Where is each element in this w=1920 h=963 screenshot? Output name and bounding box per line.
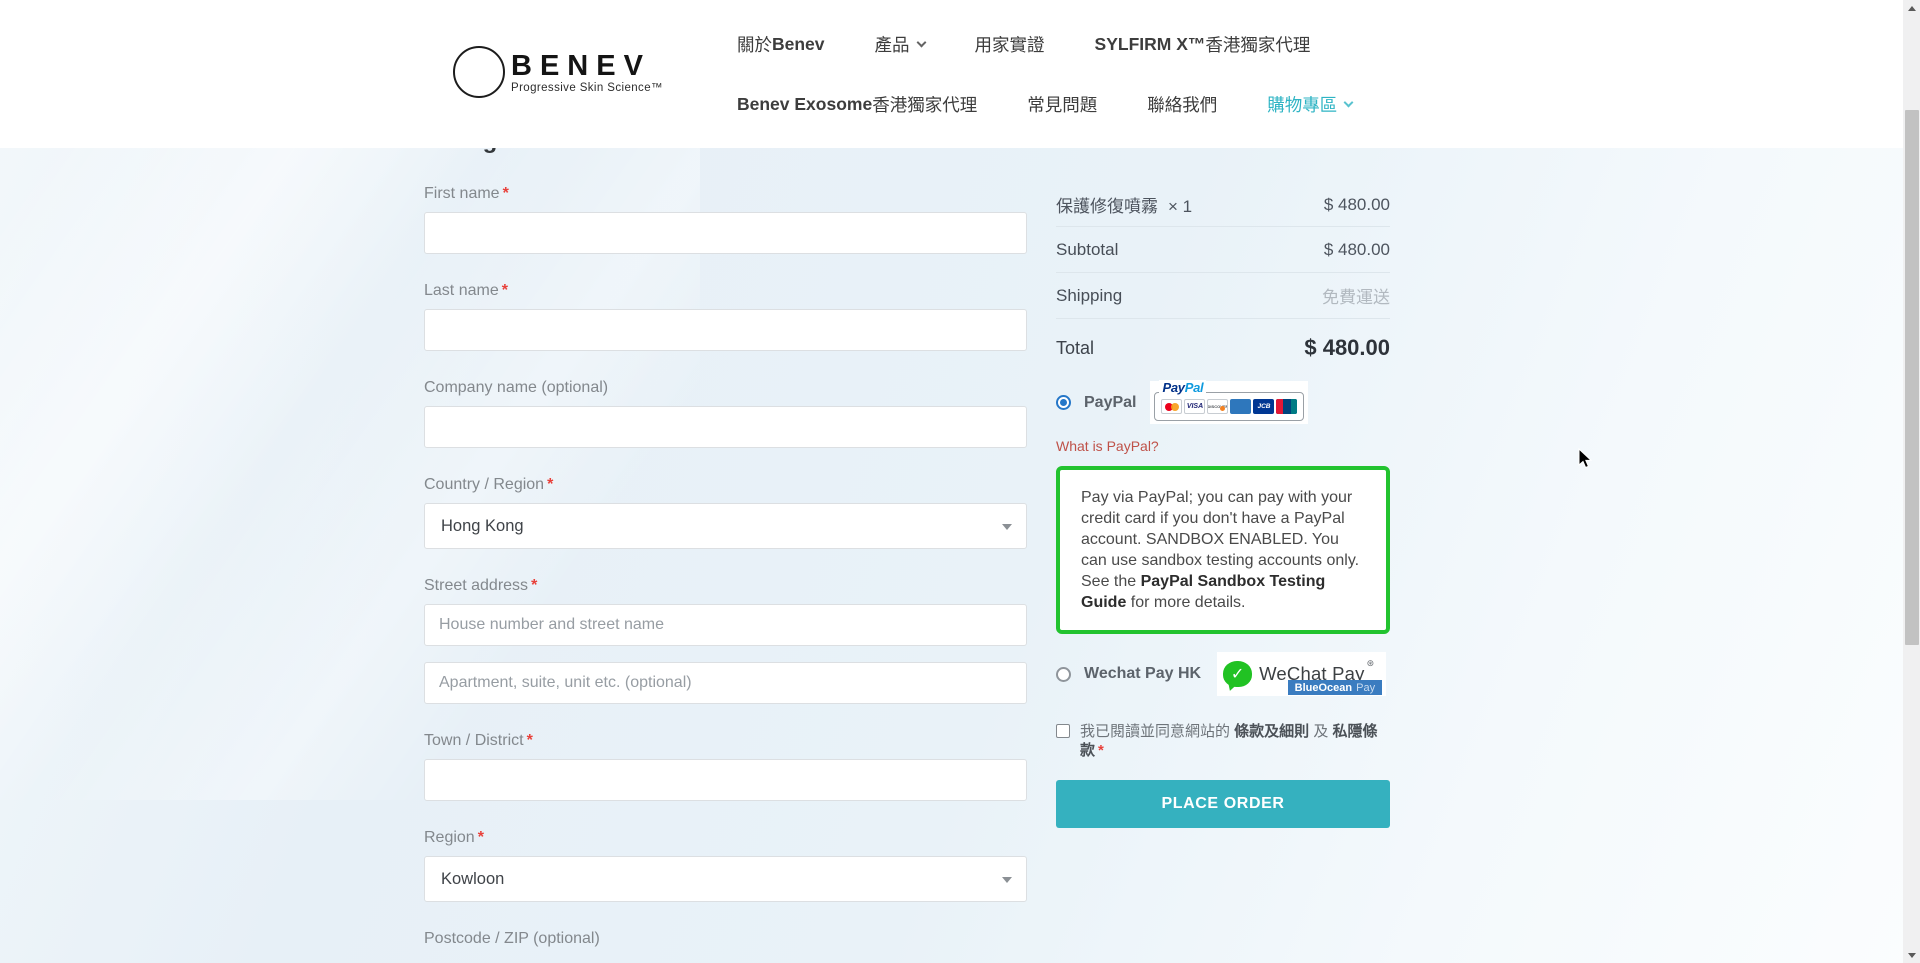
paypal-acceptance-mark: PayPal VISA DISCOVER JCB (1150, 381, 1308, 424)
subtotal-label: Subtotal (1056, 240, 1118, 260)
total-row: Total $ 480.00 (1056, 319, 1390, 377)
scrollbar[interactable] (1903, 0, 1920, 963)
shipping-value: 免費運送 (1322, 283, 1390, 308)
company-name-input[interactable] (424, 406, 1027, 448)
brand-name: BENEV (511, 51, 663, 81)
item-name: 保護修復噴霧 (1056, 197, 1158, 216)
region-label: Region (424, 829, 475, 846)
required-asterisk: * (527, 732, 533, 749)
your-order-section: Your order 保護修復噴霧× 1 $ 480.00 Subtotal $… (1056, 127, 1390, 828)
shipping-row: Shipping 免費運送 (1056, 273, 1390, 319)
brand-logo[interactable]: BENEV Progressive Skin Science™ (453, 46, 663, 98)
country-region-label: Country / Region (424, 476, 544, 493)
required-asterisk: * (1098, 742, 1104, 759)
required-asterisk: * (478, 829, 484, 846)
checkout-page: Billing details First name* Last name* C… (0, 0, 1920, 963)
place-order-button[interactable]: PLACE ORDER (1056, 780, 1390, 828)
billing-form: First name* Last name* Company name (opt… (424, 185, 1027, 948)
subtotal-value: $ 480.00 (1324, 240, 1390, 260)
wechat-radio[interactable] (1056, 667, 1071, 682)
subtotal-row: Subtotal $ 480.00 (1056, 227, 1390, 273)
item-price: $ 480.00 (1324, 195, 1390, 215)
town-district-label: Town / District (424, 732, 524, 749)
nav-testimonials[interactable]: 用家實證 (975, 32, 1045, 57)
nav-benev-exosome[interactable]: Benev Exosome 香港獨家代理 (737, 92, 977, 117)
terms-agreement-row: 我已閱讀並同意網站的 條款及細則 及 私隱條款* (1056, 722, 1390, 760)
field-company-name: Company name (optional) (424, 379, 1027, 448)
region-select[interactable]: Kowloon (424, 856, 1027, 902)
card-amex-icon (1230, 399, 1251, 414)
chevron-down-icon (1344, 97, 1354, 107)
card-discover-icon: DISCOVER (1207, 399, 1228, 414)
apartment-input[interactable] (424, 662, 1027, 704)
brand-tagline: Progressive Skin Science™ (511, 82, 663, 94)
nav-products[interactable]: 產品 (875, 32, 925, 57)
paypal-label: PayPal (1084, 394, 1136, 412)
terms-conditions-link[interactable]: 條款及細則 (1234, 723, 1309, 740)
country-region-select[interactable]: Hong Kong (424, 503, 1027, 549)
scroll-down-arrow-icon[interactable] (1903, 947, 1920, 963)
country-region-value: Hong Kong (441, 517, 524, 536)
site-header: BENEV Progressive Skin Science™ 關於Benev … (0, 0, 1920, 148)
required-asterisk: * (503, 185, 509, 202)
billing-details-section: Billing details First name* Last name* C… (424, 127, 1027, 963)
nav-contact-us[interactable]: 聯絡我們 (1147, 92, 1217, 117)
required-asterisk: * (547, 476, 553, 493)
paypal-option-row: PayPal PayPal VISA DISCOVER JCB (1056, 381, 1390, 424)
postcode-label: Postcode / ZIP (optional) (424, 930, 600, 947)
registered-mark-icon: ⊛ (1367, 658, 1375, 669)
scroll-up-arrow-icon[interactable] (1903, 0, 1920, 16)
wechat-option-row: Wechat Pay HK ✓ WeChat Pay ⊛ BlueOceanPa… (1056, 652, 1390, 696)
paypal-radio[interactable] (1056, 395, 1071, 410)
card-visa-icon: VISA (1184, 399, 1205, 414)
street-address-label: Street address (424, 577, 528, 594)
field-region: Region* Kowloon (424, 829, 1027, 902)
last-name-label: Last name (424, 282, 499, 299)
scrollbar-thumb[interactable] (1905, 110, 1919, 645)
shipping-label: Shipping (1056, 286, 1122, 306)
wechat-label: Wechat Pay HK (1084, 665, 1201, 683)
street-address-input[interactable] (424, 604, 1027, 646)
terms-checkbox[interactable] (1056, 724, 1070, 738)
nav-sylfirm-x[interactable]: SYLFIRM X™ 香港獨家代理 (1095, 32, 1311, 57)
nav-about-benev[interactable]: 關於Benev (737, 32, 825, 57)
region-value: Kowloon (441, 870, 504, 889)
company-name-label: Company name (optional) (424, 379, 608, 396)
paypal-logo-icon: Pay (1162, 380, 1184, 395)
total-value: $ 480.00 (1304, 335, 1390, 361)
total-label: Total (1056, 338, 1094, 359)
first-name-input[interactable] (424, 212, 1027, 254)
order-summary-table: 保護修復噴霧 × 1 $ 480.00 Subtotal $ 480.00 Shi… (1056, 183, 1390, 377)
first-name-label: First name (424, 185, 500, 202)
card-jcb-icon: JCB (1253, 399, 1274, 414)
what-is-paypal-link[interactable]: What is PayPal? (1056, 438, 1390, 454)
field-country-region: Country / Region* Hong Kong (424, 476, 1027, 549)
terms-text: 我已閱讀並同意網站的 (1080, 723, 1234, 740)
paypal-sandbox-notice: Pay via PayPal; you can pay with your cr… (1056, 466, 1390, 634)
field-town-district: Town / District* (424, 732, 1027, 801)
wechat-pay-logo: ✓ WeChat Pay ⊛ BlueOceanPay (1217, 652, 1386, 696)
required-asterisk: * (531, 577, 537, 594)
card-mastercard-icon (1161, 399, 1182, 414)
last-name-input[interactable] (424, 309, 1027, 351)
field-last-name: Last name* (424, 282, 1027, 351)
logo-circle-icon (453, 46, 505, 98)
item-quantity: × 1 (1168, 197, 1192, 216)
town-district-input[interactable] (424, 759, 1027, 801)
field-postcode: Postcode / ZIP (optional) (424, 930, 1027, 948)
required-asterisk: * (502, 282, 508, 299)
select-arrow-icon (1002, 877, 1012, 883)
mouse-cursor (1578, 448, 1593, 475)
field-first-name: First name* (424, 185, 1027, 254)
order-item-row: 保護修復噴霧 × 1 $ 480.00 (1056, 183, 1390, 227)
card-unionpay-icon (1276, 399, 1297, 414)
chevron-down-icon (916, 37, 926, 47)
select-arrow-icon (1002, 524, 1012, 530)
nav-faq[interactable]: 常見問題 (1027, 92, 1097, 117)
wechat-bubble-icon: ✓ (1223, 661, 1252, 687)
nav-shop[interactable]: 購物專區 (1267, 92, 1352, 117)
field-street-address: Street address* (424, 577, 1027, 704)
blueocean-pay-badge: BlueOceanPay (1288, 680, 1382, 695)
